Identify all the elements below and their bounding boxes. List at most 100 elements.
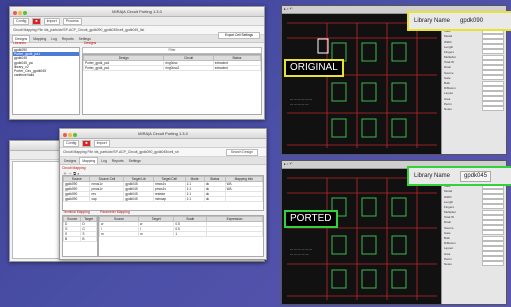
tab-bar: Designs Mapping Log Reports Settings (60, 157, 266, 165)
schematic-canvas[interactable]: — — — — — — — — — — — (282, 13, 441, 154)
transistor-symbol (331, 269, 347, 289)
transistor-symbol (361, 197, 377, 217)
property-field[interactable] (482, 106, 504, 112)
undo-icon[interactable]: ↶ (290, 7, 293, 11)
designs-heading: Designs (84, 41, 97, 45)
table-row[interactable]: mm1 (98, 231, 263, 237)
tab-mapping[interactable]: Mapping (79, 157, 99, 164)
transistor-symbol (391, 82, 407, 102)
import-button[interactable]: Import (93, 139, 110, 147)
table-row[interactable]: BB (62, 236, 97, 242)
property-label: Length (444, 44, 454, 49)
table-row[interactable]: gpdk090 cap gpdk045 mimcap 1:1 ok (62, 196, 264, 202)
library-name-callout-ported: Library Name gpdk045 (407, 166, 511, 186)
tab-designs[interactable]: Designs (62, 158, 78, 165)
schematic-drawing: — — — — — — — — — — — (287, 177, 437, 300)
list-item[interactable]: cadenceValid (13, 73, 79, 77)
property-row: Notes (442, 261, 506, 267)
export-settings-button[interactable]: Export Cell Settings (218, 32, 260, 39)
maximize-icon[interactable] (73, 133, 77, 137)
undo-icon[interactable]: ↶ (290, 162, 293, 166)
mapping-file-path: Circuit Mapping File /ds_parts/cir/SP-AC… (63, 150, 179, 154)
property-label: Model (444, 34, 453, 39)
transistor-symbol (391, 118, 407, 138)
property-label: Source (444, 225, 454, 230)
window-title: MIRA|A Circuit Porting 1.3.0 (112, 9, 162, 14)
property-label: Length (444, 199, 454, 204)
property-label: Gate (444, 75, 451, 80)
close-icon[interactable] (13, 11, 17, 15)
library-name-value[interactable]: gpdk045 (460, 170, 492, 182)
property-label: Layout (444, 91, 454, 96)
tab-reports[interactable]: Reports (110, 158, 126, 165)
transistor-symbol (361, 235, 377, 255)
tab-log[interactable]: Log (49, 36, 59, 43)
schematic-note: — — — — — — (290, 247, 312, 251)
tab-reports[interactable]: Reports (60, 36, 76, 43)
schematic-note: — — — — — (290, 252, 308, 256)
property-label: Perim (444, 256, 452, 261)
property-label: Total W (444, 215, 455, 220)
property-label: Fingers (444, 49, 455, 54)
transistor-symbol (331, 235, 347, 255)
stop-icon[interactable]: ■ (32, 17, 41, 25)
terminal-table: Source Target DD GG SS BB (62, 215, 98, 257)
transistor-symbol (391, 42, 407, 62)
property-label: Diffusion (444, 241, 456, 246)
library-name-label: Library Name (414, 173, 451, 179)
config-button[interactable]: Config (13, 17, 30, 25)
minimize-icon[interactable] (68, 133, 72, 137)
stop-icon[interactable]: ■ (82, 139, 91, 147)
properties-panel: InstanceLibraryCell NameViewModelWidthLe… (441, 13, 506, 154)
transistor-symbol (331, 82, 347, 102)
property-label: Drain (444, 65, 452, 70)
mapping-file-field[interactable]: Circuit Mapping File /ds_parts/cir/SP-AC… (60, 148, 266, 157)
library-list[interactable]: gpdk090 Porter_gpdk_pa1 gpdk045 gpdk045_… (12, 47, 80, 115)
property-label: Notes (444, 106, 452, 111)
library-name-label: Library Name (414, 18, 451, 24)
schematic-canvas[interactable]: — — — — — — — — — — — (282, 168, 441, 304)
import-button[interactable]: Import (43, 17, 60, 25)
window-controls[interactable] (63, 131, 78, 140)
property-label: Layout (444, 246, 454, 251)
transistor-symbol (361, 118, 377, 138)
search-design-button[interactable]: Search Design (225, 149, 258, 156)
select-icon[interactable]: ▸ (284, 7, 286, 11)
property-label: Fingers (444, 204, 455, 209)
property-field[interactable] (482, 261, 504, 267)
property-label: Width (444, 39, 452, 44)
zoom-icon[interactable]: ⌕ (287, 162, 289, 166)
close-icon[interactable] (63, 133, 67, 137)
property-label: Notes (444, 261, 452, 266)
property-label: Gate (444, 230, 451, 235)
property-label: Total W (444, 60, 455, 65)
highlight-instance (317, 38, 329, 54)
mapping-table: Source Source Cell Target Lib Target Cel… (62, 175, 264, 211)
tab-mapping[interactable]: Mapping (31, 36, 48, 43)
property-label: Multiplier (444, 55, 457, 60)
libraries-heading: Libraries (13, 41, 27, 45)
schematic-note: — — — — — (290, 102, 308, 106)
property-row: Notes (442, 106, 506, 112)
config-button[interactable]: Config (63, 139, 80, 147)
window-titlebar: MIRA|A Circuit Porting 1.3.0 (60, 129, 266, 139)
property-label: Perim (444, 101, 452, 106)
design-filter-input[interactable]: Filter (82, 47, 262, 54)
table-row[interactable]: Porter_gpdk_pa1 ring0osc2 extracted (82, 65, 262, 71)
select-icon[interactable]: ▸ (284, 162, 286, 166)
zoom-icon[interactable]: ⌕ (287, 7, 289, 11)
library-name-value: gpdk090 (460, 18, 484, 24)
transistor-symbol (391, 269, 407, 289)
minimize-icon[interactable] (18, 11, 22, 15)
toolbar: Config ■ Import (60, 139, 266, 148)
tab-settings[interactable]: Settings (127, 158, 143, 165)
maximize-icon[interactable] (23, 11, 27, 15)
window-controls[interactable] (13, 9, 28, 18)
process-button[interactable]: Process (62, 17, 82, 25)
library-name-callout-original: Library Name gpdk090 (407, 11, 511, 31)
property-label: Area (444, 96, 451, 101)
tab-log[interactable]: Log (99, 158, 109, 165)
property-label: Source (444, 70, 454, 75)
design-table: Design Circuit Status Porter_gpdk_pa1 ri… (82, 54, 262, 115)
transistor-symbol (361, 42, 377, 62)
